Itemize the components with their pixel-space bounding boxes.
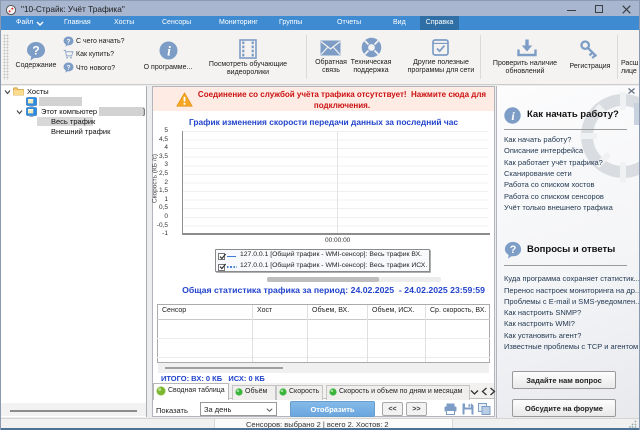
- svg-text:?: ?: [66, 38, 70, 45]
- svg-text:?: ?: [66, 64, 70, 71]
- svg-text:?: ?: [32, 43, 39, 57]
- svg-text:?: ?: [510, 244, 517, 256]
- svg-text:i: i: [167, 44, 171, 59]
